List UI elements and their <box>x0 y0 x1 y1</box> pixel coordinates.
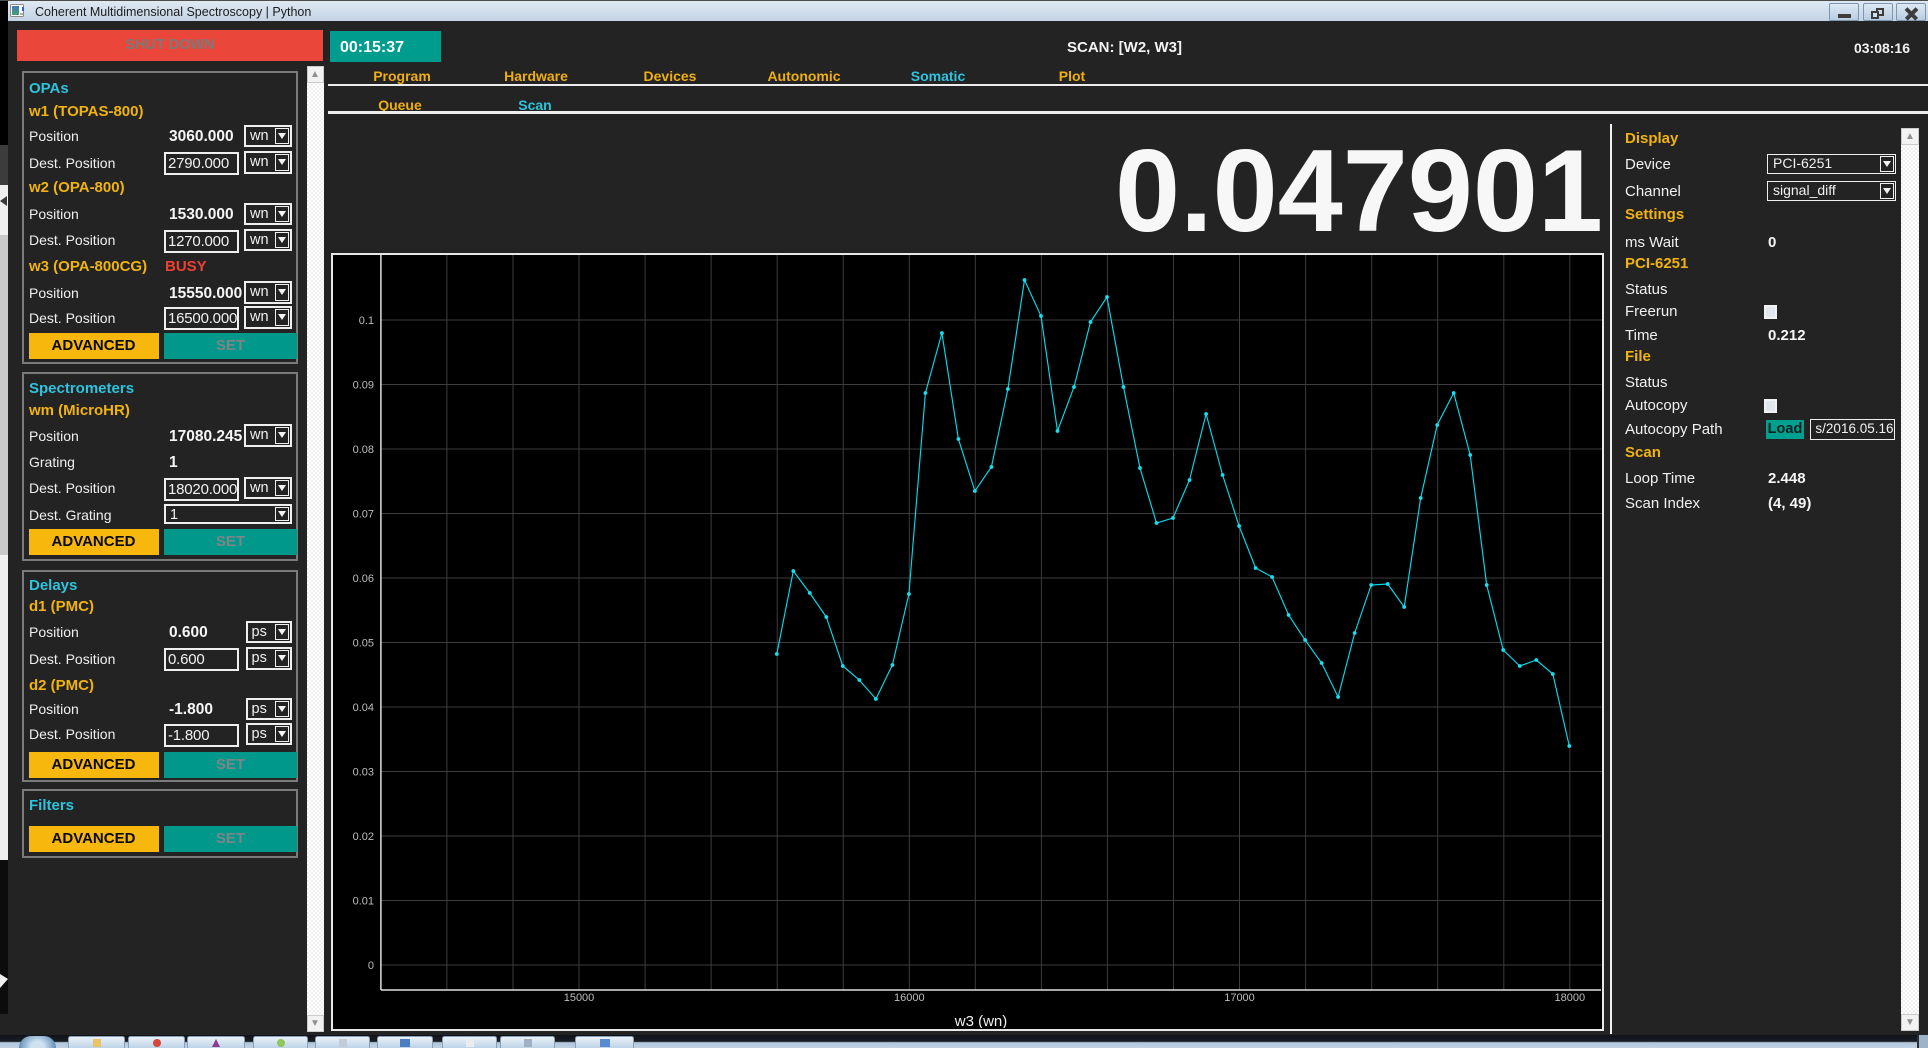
svg-text:0.03: 0.03 <box>353 766 374 778</box>
svg-text:18000: 18000 <box>1555 992 1586 1004</box>
svg-text:0.01: 0.01 <box>353 895 374 907</box>
svg-text:0.04: 0.04 <box>353 702 374 714</box>
svg-text:0.1: 0.1 <box>359 315 374 327</box>
svg-text:17000: 17000 <box>1224 992 1255 1004</box>
svg-text:0.06: 0.06 <box>353 573 374 585</box>
svg-text:0.08: 0.08 <box>353 444 374 456</box>
svg-text:0.09: 0.09 <box>353 379 374 391</box>
svg-text:0.02: 0.02 <box>353 831 374 843</box>
svg-text:16000: 16000 <box>894 992 925 1004</box>
svg-text:w3 (wn): w3 (wn) <box>954 1013 1008 1028</box>
svg-text:0.07: 0.07 <box>353 508 374 520</box>
svg-text:0: 0 <box>368 960 374 972</box>
svg-text:0.05: 0.05 <box>353 637 374 649</box>
svg-text:15000: 15000 <box>564 992 595 1004</box>
